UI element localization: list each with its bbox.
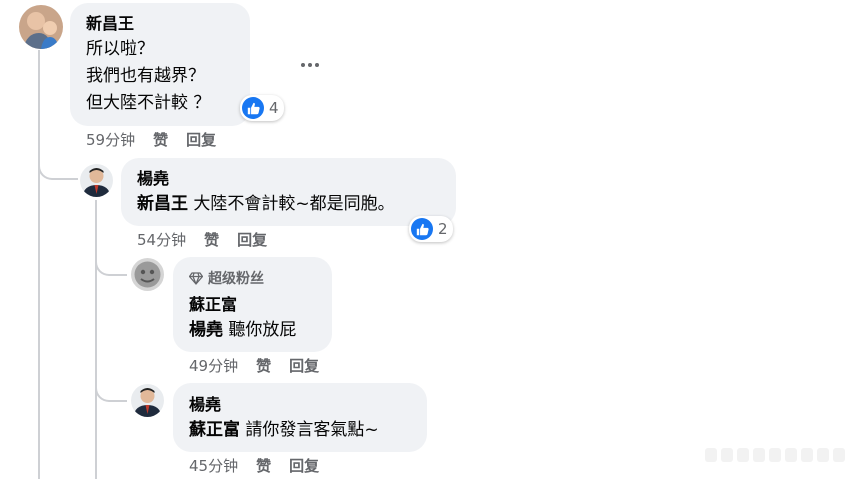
- like-button[interactable]: 赞: [256, 356, 271, 376]
- avatar-suzhengfu[interactable]: [131, 258, 164, 291]
- mention-yangyao[interactable]: 楊堯: [189, 320, 223, 340]
- comment-meta-4: 45分钟 赞 回复: [189, 456, 319, 476]
- timestamp[interactable]: 45分钟: [189, 456, 238, 476]
- reply-button[interactable]: 回复: [289, 456, 319, 476]
- avatar-yangyao[interactable]: [80, 164, 113, 197]
- reaction-count-1[interactable]: 4: [240, 95, 284, 121]
- comment-meta-3: 49分钟 赞 回复: [189, 356, 319, 376]
- comment-author-2[interactable]: 楊堯: [137, 168, 169, 190]
- watermark: [705, 448, 845, 462]
- top-fan-label: 超级粉丝: [208, 271, 264, 287]
- timestamp[interactable]: 59分钟: [86, 130, 135, 150]
- like-button[interactable]: 赞: [204, 230, 219, 250]
- thread-connector-3: [95, 378, 127, 402]
- comment-text-2-body: 大陸不會計較~都是同胞。: [188, 194, 395, 214]
- reply-button[interactable]: 回复: [186, 130, 216, 150]
- thread-line-main: [38, 50, 40, 479]
- comment-author-3[interactable]: 蘇正富: [189, 294, 237, 316]
- more-options-icon[interactable]: [301, 63, 319, 67]
- comment-text-4-body: 請你發言客氣點~: [240, 420, 379, 440]
- comment-text-1-line-3: 但大陸不計較 ？: [86, 93, 211, 113]
- reply-button[interactable]: 回复: [237, 230, 267, 250]
- comment-author-1[interactable]: 新昌王: [86, 13, 134, 35]
- comment-text-3-body: 聽你放屁: [223, 320, 297, 340]
- comment-author-4[interactable]: 楊堯: [189, 394, 221, 416]
- comment-text-2: 新昌王 大陸不會計較~都是同胞。: [137, 192, 395, 216]
- like-icon: [242, 97, 264, 119]
- reaction-count-value: 2: [438, 220, 448, 238]
- thread-connector-1: [38, 150, 78, 180]
- thread-line-sub: [95, 200, 97, 479]
- comment-text-3: 楊堯 聽你放屁: [189, 318, 296, 342]
- mention-suzhengfu[interactable]: 蘇正富: [189, 420, 240, 440]
- timestamp[interactable]: 49分钟: [189, 356, 238, 376]
- avatar-xinchangwang[interactable]: [19, 5, 63, 49]
- comment-meta-2: 54分钟 赞 回复: [137, 230, 267, 250]
- top-fan-badge: 超级粉丝: [189, 268, 264, 288]
- comment-text-4: 蘇正富 請你發言客氣點~: [189, 418, 379, 442]
- avatar-yangyao-2[interactable]: [131, 384, 164, 417]
- comment-text-1-line-2: 我們也有越界？: [86, 66, 205, 86]
- like-button[interactable]: 赞: [153, 130, 168, 150]
- mention-xinchangwang[interactable]: 新昌王: [137, 194, 188, 214]
- like-button[interactable]: 赞: [256, 456, 271, 476]
- reaction-count-value: 4: [269, 99, 279, 117]
- timestamp[interactable]: 54分钟: [137, 230, 186, 250]
- comment-meta-1: 59分钟 赞 回复: [86, 130, 216, 150]
- reply-button[interactable]: 回复: [289, 356, 319, 376]
- diamond-icon: [189, 271, 203, 285]
- like-icon: [411, 218, 433, 240]
- comment-text-1-line-1: 所以啦？: [86, 39, 154, 59]
- reaction-count-2[interactable]: 2: [409, 216, 453, 242]
- thread-connector-2: [95, 248, 127, 276]
